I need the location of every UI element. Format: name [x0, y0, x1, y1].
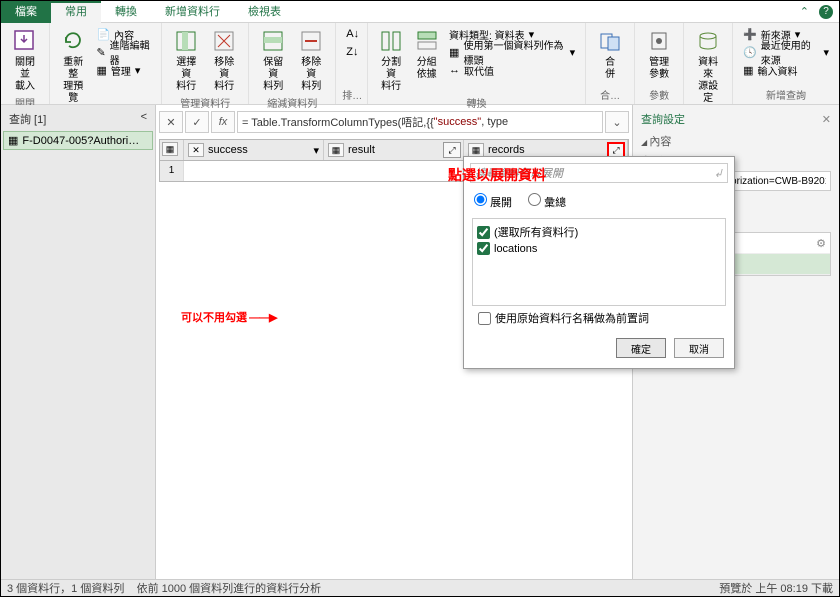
query-item-label: F-D0047-005?Authori…	[22, 135, 139, 147]
formula-input[interactable]: = Table.TransformColumnTypes(唔記,{{"succe…	[237, 111, 603, 133]
annotation-2: 可以不用勾選 ——▶	[181, 308, 277, 325]
tab-addcol[interactable]: 新增資料行	[151, 1, 234, 23]
collapse-pane-icon[interactable]: <	[141, 111, 147, 127]
recent-icon: 🕓	[743, 46, 757, 59]
replace-icon: ↔	[449, 64, 460, 76]
split-col-button[interactable]: 分割資 料行	[374, 25, 408, 95]
formula-bar: ✕ ✓ fx = Table.TransformColumnTypes(唔記,{…	[159, 109, 629, 135]
ribbon: 關閉並 載入 關閉 重新整 理預覽 📄內容 ✎進階編輯器 ▦管理 ▾ 查詢 選擇…	[1, 23, 839, 105]
queries-pane: 查詢 [1] < ▦ F-D0047-005?Authori…	[1, 105, 156, 579]
col-label: records	[488, 144, 525, 156]
group-combine-label: 合…	[592, 87, 628, 104]
expand-result-button[interactable]: ⤢	[443, 142, 461, 158]
editor-center: ✕ ✓ fx = Table.TransformColumnTypes(唔記,{…	[156, 105, 632, 579]
cancel-button[interactable]: 取消	[674, 338, 724, 358]
inputdata-button[interactable]: ▦輸入資料	[739, 61, 833, 79]
col-success[interactable]: ✕ success ▾	[184, 140, 324, 160]
sort-desc-button[interactable]: Z↓	[342, 43, 363, 61]
fx-dropdown-button[interactable]: ⌄	[605, 111, 629, 133]
fx-button[interactable]: fx	[211, 111, 235, 133]
sort-asc-icon: A↓	[346, 28, 359, 40]
newsource-icon: ➕	[743, 28, 757, 41]
group-newq-label: 新增查詢	[739, 87, 833, 104]
tab-bar: 檔案 常用 轉換 新增資料行 檢視表 ⌃ ?	[1, 1, 839, 23]
status-profile: 依前 1000 個資料列進行的資料行分析	[137, 583, 322, 595]
manage-button[interactable]: ▦管理 ▾	[92, 61, 155, 79]
close-load-button[interactable]: 關閉並 載入	[7, 25, 43, 95]
expand-radio[interactable]: 展開	[474, 193, 512, 210]
record-type-icon: ▦	[328, 143, 344, 157]
recentsource-button[interactable]: 🕓最近使用的來源 ▾	[739, 43, 833, 61]
remove-cols-button[interactable]: 移除資 料行	[206, 25, 242, 95]
close-pane-icon[interactable]: ✕	[822, 113, 831, 126]
search-input[interactable]: 搜尋資料行以展開 ↲	[470, 163, 728, 183]
select-all-check[interactable]: (選取所有資料行)	[477, 223, 721, 241]
col-result[interactable]: ▦ result ⤢	[324, 140, 464, 160]
remove-rows-button[interactable]: 移除資 料列	[293, 25, 329, 95]
expand-popup: 搜尋資料行以展開 ↲ 展開 彙總 (選取所有資料行) locations 使用原…	[463, 156, 735, 369]
column-list: (選取所有資料行) locations	[472, 218, 726, 306]
queries-header: 查詢 [1] <	[3, 109, 153, 129]
choose-cols-button[interactable]: 選擇資 料行	[168, 25, 204, 95]
row-header[interactable]: ▦	[160, 140, 184, 160]
properties-icon: 📄	[96, 28, 110, 41]
aggregate-radio[interactable]: 彙總	[528, 193, 566, 210]
col-label: success	[208, 144, 248, 156]
tab-file[interactable]: 檔案	[1, 1, 51, 23]
input-icon: ▦	[743, 64, 753, 77]
datasource-button[interactable]: 資料來 源設定	[690, 25, 726, 107]
gear-icon[interactable]: ⚙	[816, 237, 826, 250]
tab-view[interactable]: 檢視表	[234, 1, 295, 23]
merge-button[interactable]: 合 併	[592, 25, 628, 83]
prefix-label: 使用原始資料行名稱做為前置詞	[495, 310, 649, 326]
col-check-locations[interactable]: locations	[477, 241, 721, 256]
manage-icon: ▦	[96, 64, 106, 77]
search-go-icon[interactable]: ↲	[714, 167, 723, 180]
tab-transform[interactable]: 轉換	[101, 1, 151, 23]
fx-confirm-button[interactable]: ✓	[185, 111, 209, 133]
first-row-header-button[interactable]: ▦使用第一個資料列作為標頭 ▾	[445, 43, 579, 61]
group-sort-label: 排…	[342, 87, 361, 104]
header-icon: ▦	[449, 46, 459, 59]
refresh-button[interactable]: 重新整 理預覽	[56, 25, 90, 107]
replace-values-button[interactable]: ↔取代值	[445, 61, 579, 79]
tab-home[interactable]: 常用	[51, 1, 101, 23]
keep-rows-button[interactable]: 保留資 料列	[255, 25, 291, 95]
ok-button[interactable]: 確定	[616, 338, 666, 358]
table-type-icon: ▦	[468, 143, 484, 157]
group-by-button[interactable]: 分組 依據	[410, 25, 443, 83]
status-bar: 3 個資料行，1 個資料列 依前 1000 個資料列進行的資料行分析 預覽於 上…	[1, 579, 839, 596]
status-preview-time: 預覽於 上午 08:19 下載	[719, 580, 833, 596]
col-label: result	[348, 144, 375, 156]
fx-cancel-button[interactable]: ✕	[159, 111, 183, 133]
bool-type-icon: ✕	[188, 143, 204, 157]
content-section[interactable]: 內容	[641, 133, 831, 149]
help-icon[interactable]: ?	[819, 5, 833, 19]
table-icon: ▦	[8, 134, 18, 147]
editor-icon: ✎	[96, 46, 105, 59]
adv-editor-button[interactable]: ✎進階編輯器	[92, 43, 155, 61]
table-icon: ▦	[162, 142, 178, 156]
expand-ribbon-icon[interactable]: ⌃	[800, 5, 809, 18]
group-params-label: 參數	[641, 87, 677, 104]
query-item[interactable]: ▦ F-D0047-005?Authori…	[3, 131, 153, 150]
sort-desc-icon: Z↓	[346, 46, 358, 58]
settings-title: 查詢設定	[641, 111, 685, 127]
window-controls: ⌃ ?	[800, 5, 839, 19]
status-cols: 3 個資料行，1 個資料列	[7, 583, 124, 595]
sort-asc-button[interactable]: A↓	[342, 25, 363, 43]
row-number[interactable]: 1	[160, 161, 184, 181]
filter-icon[interactable]: ▾	[313, 144, 319, 157]
params-button[interactable]: 管理 參數	[641, 25, 677, 83]
prefix-check[interactable]	[478, 312, 491, 325]
